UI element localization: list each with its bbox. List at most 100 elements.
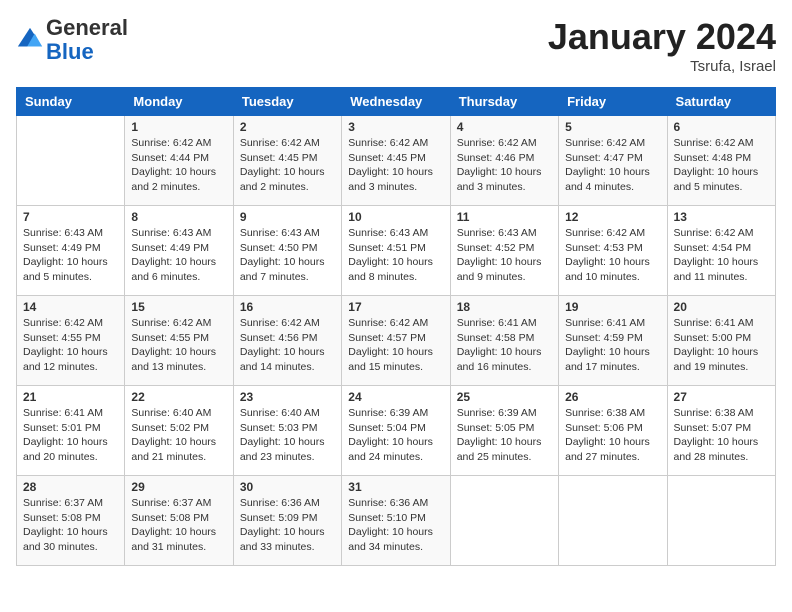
location-subtitle: Tsrufa, Israel: [548, 58, 776, 75]
title-section: January 2024 Tsrufa, Israel: [548, 16, 776, 75]
day-number: 11: [457, 210, 552, 224]
column-header-thursday: Thursday: [450, 88, 558, 116]
day-number: 3: [348, 120, 443, 134]
day-number: 7: [23, 210, 118, 224]
calendar-cell: 8Sunrise: 6:43 AM Sunset: 4:49 PM Daylig…: [125, 206, 233, 296]
calendar-table: SundayMondayTuesdayWednesdayThursdayFrid…: [16, 87, 776, 566]
day-info: Sunrise: 6:42 AM Sunset: 4:55 PM Dayligh…: [23, 316, 118, 375]
day-info: Sunrise: 6:43 AM Sunset: 4:49 PM Dayligh…: [23, 226, 118, 285]
day-info: Sunrise: 6:39 AM Sunset: 5:05 PM Dayligh…: [457, 406, 552, 465]
day-info: Sunrise: 6:43 AM Sunset: 4:50 PM Dayligh…: [240, 226, 335, 285]
day-number: 10: [348, 210, 443, 224]
day-info: Sunrise: 6:40 AM Sunset: 5:03 PM Dayligh…: [240, 406, 335, 465]
day-info: Sunrise: 6:43 AM Sunset: 4:51 PM Dayligh…: [348, 226, 443, 285]
day-number: 2: [240, 120, 335, 134]
day-number: 20: [674, 300, 769, 314]
calendar-cell: 13 Sunrise: 6:42 AM Sunset: 4:54 PM Dayli…: [667, 206, 775, 296]
calendar-cell: 29 Sunrise: 6:37 AM Sunset: 5:08 PM Dayli…: [125, 476, 233, 566]
column-header-tuesday: Tuesday: [233, 88, 341, 116]
day-number: 25: [457, 390, 552, 404]
month-title: January 2024: [548, 16, 776, 58]
day-info: Sunrise: 6:38 AM Sunset: 5:06 PM Dayligh…: [565, 406, 660, 465]
calendar-cell: 14 Sunrise: 6:42 AM Sunset: 4:55 PM Dayli…: [17, 296, 125, 386]
column-header-sunday: Sunday: [17, 88, 125, 116]
day-number: 28: [23, 480, 118, 494]
column-header-saturday: Saturday: [667, 88, 775, 116]
day-number: 19: [565, 300, 660, 314]
calendar-cell: 1 Sunrise: 6:42 AM Sunset: 4:44 PM Daylig…: [125, 116, 233, 206]
day-info: Sunrise: 6:42 AM Sunset: 4:56 PM Dayligh…: [240, 316, 335, 375]
calendar-cell: 22 Sunrise: 6:40 AM Sunset: 5:02 PM Dayli…: [125, 386, 233, 476]
day-info: Sunrise: 6:42 AM Sunset: 4:54 PM Dayligh…: [674, 226, 769, 285]
day-info: Sunrise: 6:36 AM Sunset: 5:09 PM Dayligh…: [240, 496, 335, 555]
calendar-cell: 17 Sunrise: 6:42 AM Sunset: 4:57 PM Dayli…: [342, 296, 450, 386]
calendar-cell: 16 Sunrise: 6:42 AM Sunset: 4:56 PM Dayli…: [233, 296, 341, 386]
calendar-week-row: 21Sunrise: 6:41 AM Sunset: 5:01 PM Dayli…: [17, 386, 776, 476]
calendar-cell: [450, 476, 558, 566]
day-number: 30: [240, 480, 335, 494]
day-number: 16: [240, 300, 335, 314]
day-info: Sunrise: 6:43 AM Sunset: 4:52 PM Dayligh…: [457, 226, 552, 285]
calendar-cell: 26Sunrise: 6:38 AM Sunset: 5:06 PM Dayli…: [559, 386, 667, 476]
day-info: Sunrise: 6:42 AM Sunset: 4:57 PM Dayligh…: [348, 316, 443, 375]
day-number: 1: [131, 120, 226, 134]
calendar-cell: 3 Sunrise: 6:42 AM Sunset: 4:45 PM Daylig…: [342, 116, 450, 206]
calendar-week-row: 28 Sunrise: 6:37 AM Sunset: 5:08 PM Dayli…: [17, 476, 776, 566]
calendar-cell: 12Sunrise: 6:42 AM Sunset: 4:53 PM Dayli…: [559, 206, 667, 296]
day-number: 22: [131, 390, 226, 404]
day-number: 5: [565, 120, 660, 134]
day-info: Sunrise: 6:42 AM Sunset: 4:48 PM Dayligh…: [674, 136, 769, 195]
calendar-cell: 5 Sunrise: 6:42 AM Sunset: 4:47 PM Daylig…: [559, 116, 667, 206]
logo-icon: [16, 26, 44, 54]
day-info: Sunrise: 6:42 AM Sunset: 4:45 PM Dayligh…: [348, 136, 443, 195]
calendar-cell: 10 Sunrise: 6:43 AM Sunset: 4:51 PM Dayli…: [342, 206, 450, 296]
day-number: 14: [23, 300, 118, 314]
calendar-cell: 20 Sunrise: 6:41 AM Sunset: 5:00 PM Dayli…: [667, 296, 775, 386]
calendar-cell: 27 Sunrise: 6:38 AM Sunset: 5:07 PM Dayli…: [667, 386, 775, 476]
logo-text-general: General: [46, 15, 128, 40]
calendar-cell: 25 Sunrise: 6:39 AM Sunset: 5:05 PM Dayli…: [450, 386, 558, 476]
day-info: Sunrise: 6:42 AM Sunset: 4:47 PM Dayligh…: [565, 136, 660, 195]
day-number: 12: [565, 210, 660, 224]
day-number: 31: [348, 480, 443, 494]
calendar-cell: [667, 476, 775, 566]
day-info: Sunrise: 6:37 AM Sunset: 5:08 PM Dayligh…: [131, 496, 226, 555]
day-info: Sunrise: 6:41 AM Sunset: 5:00 PM Dayligh…: [674, 316, 769, 375]
calendar-cell: 6 Sunrise: 6:42 AM Sunset: 4:48 PM Daylig…: [667, 116, 775, 206]
calendar-cell: 19 Sunrise: 6:41 AM Sunset: 4:59 PM Dayli…: [559, 296, 667, 386]
day-number: 13: [674, 210, 769, 224]
day-info: Sunrise: 6:38 AM Sunset: 5:07 PM Dayligh…: [674, 406, 769, 465]
logo: General Blue: [16, 16, 128, 64]
day-number: 24: [348, 390, 443, 404]
calendar-cell: 11 Sunrise: 6:43 AM Sunset: 4:52 PM Dayli…: [450, 206, 558, 296]
calendar-week-row: 14 Sunrise: 6:42 AM Sunset: 4:55 PM Dayli…: [17, 296, 776, 386]
day-info: Sunrise: 6:41 AM Sunset: 4:58 PM Dayligh…: [457, 316, 552, 375]
day-info: Sunrise: 6:39 AM Sunset: 5:04 PM Dayligh…: [348, 406, 443, 465]
logo-text-blue: Blue: [46, 39, 94, 64]
day-number: 17: [348, 300, 443, 314]
calendar-cell: [17, 116, 125, 206]
calendar-cell: 7 Sunrise: 6:43 AM Sunset: 4:49 PM Daylig…: [17, 206, 125, 296]
calendar-cell: 2Sunrise: 6:42 AM Sunset: 4:45 PM Daylig…: [233, 116, 341, 206]
day-info: Sunrise: 6:41 AM Sunset: 4:59 PM Dayligh…: [565, 316, 660, 375]
day-number: 9: [240, 210, 335, 224]
calendar-cell: [559, 476, 667, 566]
column-header-wednesday: Wednesday: [342, 88, 450, 116]
calendar-cell: 23Sunrise: 6:40 AM Sunset: 5:03 PM Dayli…: [233, 386, 341, 476]
column-header-monday: Monday: [125, 88, 233, 116]
day-info: Sunrise: 6:40 AM Sunset: 5:02 PM Dayligh…: [131, 406, 226, 465]
day-info: Sunrise: 6:42 AM Sunset: 4:44 PM Dayligh…: [131, 136, 226, 195]
day-number: 27: [674, 390, 769, 404]
page-header: General Blue January 2024 Tsrufa, Israel: [16, 16, 776, 75]
day-info: Sunrise: 6:36 AM Sunset: 5:10 PM Dayligh…: [348, 496, 443, 555]
day-number: 6: [674, 120, 769, 134]
calendar-cell: 30 Sunrise: 6:36 AM Sunset: 5:09 PM Dayli…: [233, 476, 341, 566]
calendar-week-row: 1 Sunrise: 6:42 AM Sunset: 4:44 PM Daylig…: [17, 116, 776, 206]
calendar-cell: 31 Sunrise: 6:36 AM Sunset: 5:10 PM Dayli…: [342, 476, 450, 566]
calendar-cell: 4Sunrise: 6:42 AM Sunset: 4:46 PM Daylig…: [450, 116, 558, 206]
day-number: 29: [131, 480, 226, 494]
day-number: 15: [131, 300, 226, 314]
day-info: Sunrise: 6:42 AM Sunset: 4:55 PM Dayligh…: [131, 316, 226, 375]
calendar-week-row: 7 Sunrise: 6:43 AM Sunset: 4:49 PM Daylig…: [17, 206, 776, 296]
calendar-header-row: SundayMondayTuesdayWednesdayThursdayFrid…: [17, 88, 776, 116]
